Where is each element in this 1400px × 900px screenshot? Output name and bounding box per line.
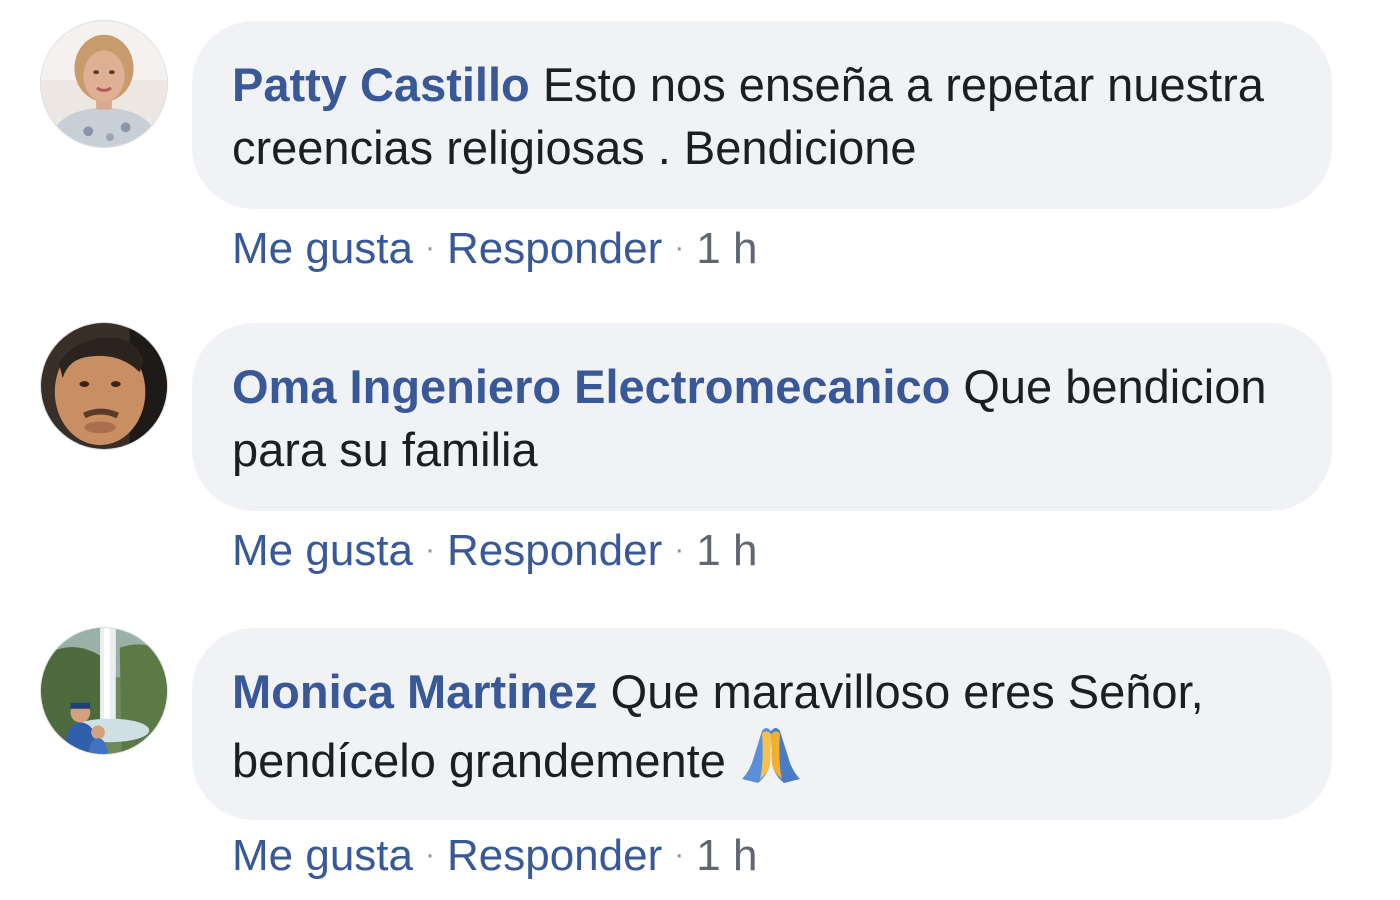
avatar[interactable] xyxy=(40,20,168,148)
like-button[interactable]: Me gusta xyxy=(232,224,413,273)
comment-author[interactable]: Patty Castillo xyxy=(232,58,530,111)
profile-photo-man-icon xyxy=(41,323,167,449)
separator: · xyxy=(674,231,685,264)
profile-photo-woman-icon xyxy=(41,21,167,147)
comment-actions: Me gusta · Responder · 1 h xyxy=(232,522,757,579)
comment-actions: Me gusta · Responder · 1 h xyxy=(232,827,757,884)
comment-author[interactable]: Monica Martinez xyxy=(232,665,598,718)
avatar[interactable] xyxy=(40,627,168,755)
comment-timestamp[interactable]: 1 h xyxy=(696,526,757,575)
comment-timestamp[interactable]: 1 h xyxy=(696,224,757,273)
folded-hands-emoji-icon xyxy=(738,723,804,785)
reply-button[interactable]: Responder xyxy=(447,831,662,880)
profile-photo-waterfall-icon xyxy=(41,628,167,754)
comment-actions: Me gusta · Responder · 1 h xyxy=(232,220,757,277)
comment-bubble: Oma Ingeniero Electromecanico Que bendic… xyxy=(192,323,1332,511)
separator: · xyxy=(424,231,435,264)
separator: · xyxy=(674,533,685,566)
comment-bubble: Monica Martinez Que maravilloso eres Señ… xyxy=(192,628,1332,820)
reply-button[interactable]: Responder xyxy=(447,526,662,575)
separator: · xyxy=(424,533,435,566)
separator: · xyxy=(674,838,685,871)
reply-button[interactable]: Responder xyxy=(447,224,662,273)
avatar[interactable] xyxy=(40,322,168,450)
like-button[interactable]: Me gusta xyxy=(232,831,413,880)
separator: · xyxy=(424,838,435,871)
comment-bubble: Patty Castillo Esto nos enseña a repetar… xyxy=(192,21,1332,209)
comment-timestamp[interactable]: 1 h xyxy=(696,831,757,880)
comment-author[interactable]: Oma Ingeniero Electromecanico xyxy=(232,360,950,413)
like-button[interactable]: Me gusta xyxy=(232,526,413,575)
